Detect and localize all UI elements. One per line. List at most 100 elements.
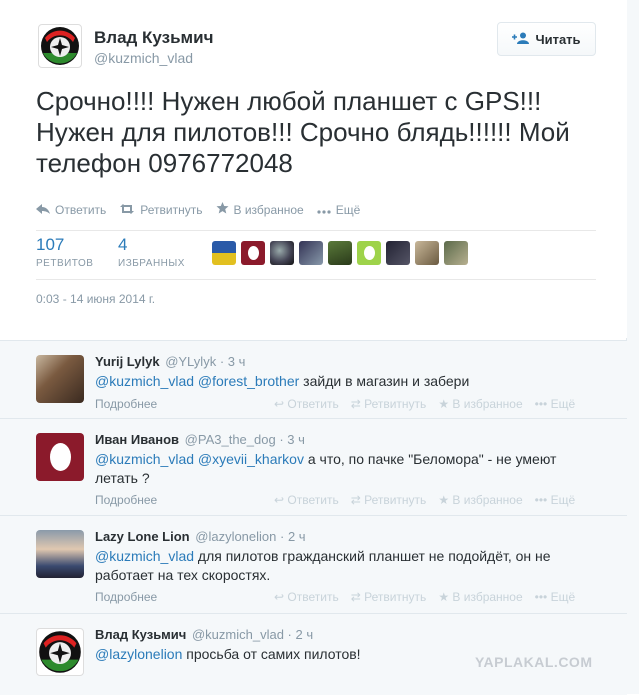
more-button[interactable]: ••• Ещё xyxy=(535,590,576,604)
retweets-stat[interactable]: 107 РЕТВИТОВ xyxy=(36,235,93,269)
avatar[interactable] xyxy=(36,355,84,403)
reply-tweet: Lazy Lone Lion @lazylonelion · 2 ч @kuzm… xyxy=(0,515,627,613)
details-link[interactable]: Подробнее xyxy=(95,493,157,507)
reply-message: просьба от самих пилотов! xyxy=(182,646,361,662)
favorite-button[interactable]: В избранное xyxy=(216,202,304,217)
retweet-button[interactable]: ⇄ Ретвитнуть xyxy=(351,397,427,411)
more-button[interactable]: Ещё xyxy=(317,202,361,217)
star-icon: ★ xyxy=(438,590,450,604)
retweets-count: 107 xyxy=(36,235,65,254)
favorite-label: В избранное xyxy=(452,590,523,604)
scrollbar-track[interactable] xyxy=(626,0,639,694)
more-dots-icon xyxy=(317,203,331,217)
favorite-label: В избранное xyxy=(452,397,523,411)
star-icon xyxy=(216,202,229,217)
favorites-stat[interactable]: 4 ИЗБРАННЫХ xyxy=(118,235,185,269)
favorite-button[interactable]: ★ В избранное xyxy=(438,493,522,507)
tweet-timestamp[interactable]: 0:03 - 14 июня 2014 г. xyxy=(36,292,155,306)
more-dots-icon: ••• xyxy=(534,493,548,507)
tweet-actions: Ответить Ретвитнуть В избранное Ещё xyxy=(36,202,360,217)
reply-icon: ↩ xyxy=(274,397,285,411)
retweet-button[interactable]: ⇄ Ретвитнуть xyxy=(351,590,427,604)
more-dots-icon: ••• xyxy=(534,590,548,604)
reply-author-handle[interactable]: @lazylonelion xyxy=(195,529,276,544)
more-label: Ещё xyxy=(550,493,576,507)
favorite-button[interactable]: ★ В избранное xyxy=(438,397,522,411)
reply-time[interactable]: · 3 ч xyxy=(279,432,305,447)
avatar[interactable] xyxy=(36,530,84,578)
reply-actions: ↩ Ответить ⇄ Ретвитнуть ★ В избранное ••… xyxy=(274,493,575,507)
retweet-label: Ретвитнуть xyxy=(364,493,427,507)
retweet-label: Ретвитнуть xyxy=(364,590,427,604)
reply-author-name[interactable]: Иван Иванов xyxy=(95,432,179,447)
more-label: Ещё xyxy=(335,202,361,217)
reply-mentions[interactable]: @kuzmich_vlad xyxy=(95,548,194,564)
retweet-label: Ретвитнуть xyxy=(140,202,203,217)
more-dots-icon: ••• xyxy=(534,397,548,411)
reply-actions: ↩ Ответить ⇄ Ретвитнуть ★ В избранное ••… xyxy=(274,397,575,411)
avatar[interactable] xyxy=(357,241,381,265)
avatar[interactable] xyxy=(299,241,323,265)
reply-author-name[interactable]: Влад Кузьмич xyxy=(95,627,186,642)
reply-header: Lazy Lone Lion @lazylonelion · 2 ч xyxy=(95,529,306,544)
author-name[interactable]: Влад Кузьмич xyxy=(94,28,213,48)
star-icon: ★ xyxy=(438,493,450,507)
reply-time[interactable]: · 3 ч xyxy=(220,354,246,369)
avatar[interactable] xyxy=(415,241,439,265)
avatar[interactable] xyxy=(241,241,265,265)
avatar[interactable] xyxy=(38,24,82,68)
tweet-stats: 107 РЕТВИТОВ 4 ИЗБРАННЫХ xyxy=(36,230,596,280)
retweet-button[interactable]: Ретвитнуть xyxy=(119,202,203,217)
reply-button[interactable]: ↩ Ответить xyxy=(274,397,339,411)
favorites-count: 4 xyxy=(118,235,128,254)
more-label: Ещё xyxy=(550,397,576,411)
reply-text: @kuzmich_vlad @xyevii_kharkov а что, по … xyxy=(95,450,575,488)
favorite-button[interactable]: ★ В избранное xyxy=(438,590,522,604)
reply-author-handle[interactable]: @kuzmich_vlad xyxy=(192,627,284,642)
avatar[interactable] xyxy=(328,241,352,265)
favorite-label: В избранное xyxy=(233,202,304,217)
follow-user-icon xyxy=(512,32,530,47)
follow-label: Читать xyxy=(535,31,581,47)
more-button[interactable]: ••• Ещё xyxy=(535,397,576,411)
avatar[interactable] xyxy=(36,433,84,481)
favorite-label: В избранное xyxy=(452,493,523,507)
reply-button[interactable]: ↩ Ответить xyxy=(274,590,339,604)
reply-label: Ответить xyxy=(55,202,107,217)
avatar[interactable] xyxy=(386,241,410,265)
reply-header: Иван Иванов @PA3_the_dog · 3 ч xyxy=(95,432,305,447)
reply-mentions[interactable]: @kuzmich_vlad @xyevii_kharkov xyxy=(95,451,304,467)
retweet-button[interactable]: ⇄ Ретвитнуть xyxy=(351,493,427,507)
reply-tweet: Yurij Lylyk @YLylyk · 3 ч @kuzmich_vlad … xyxy=(0,340,627,418)
reply-time[interactable]: · 2 ч xyxy=(288,627,314,642)
reply-button[interactable]: ↩ Ответить xyxy=(274,493,339,507)
reply-author-name[interactable]: Yurij Lylyk xyxy=(95,354,160,369)
star-icon: ★ xyxy=(438,397,450,411)
retweet-icon: ⇄ xyxy=(350,397,361,411)
author-handle[interactable]: @kuzmich_vlad xyxy=(94,50,193,66)
retweet-icon xyxy=(119,203,135,217)
avatar[interactable] xyxy=(212,241,236,265)
favorites-label: ИЗБРАННЫХ xyxy=(118,258,185,269)
retweet-label: Ретвитнуть xyxy=(364,397,427,411)
more-button[interactable]: ••• Ещё xyxy=(535,493,576,507)
avatar[interactable] xyxy=(36,628,84,676)
reply-mentions[interactable]: @kuzmich_vlad @forest_brother xyxy=(95,373,299,389)
reply-mentions[interactable]: @lazylonelion xyxy=(95,646,182,662)
details-link[interactable]: Подробнее xyxy=(95,397,157,411)
retweet-icon: ⇄ xyxy=(350,493,361,507)
details-link[interactable]: Подробнее xyxy=(95,590,157,604)
reply-author-handle[interactable]: @YLylyk xyxy=(165,354,216,369)
reply-actions: ↩ Ответить ⇄ Ретвитнуть ★ В избранное ••… xyxy=(274,590,575,604)
watermark: YAPLAKAL.COM xyxy=(475,654,593,670)
retweeter-avatars xyxy=(212,241,468,265)
avatar[interactable] xyxy=(270,241,294,265)
retweet-icon: ⇄ xyxy=(350,590,361,604)
reply-author-handle[interactable]: @PA3_the_dog xyxy=(185,432,276,447)
avatar[interactable] xyxy=(444,241,468,265)
follow-button[interactable]: Читать xyxy=(497,22,596,56)
reply-author-name[interactable]: Lazy Lone Lion xyxy=(95,529,190,544)
reply-button[interactable]: Ответить xyxy=(36,202,106,217)
reply-label: Ответить xyxy=(287,590,339,604)
reply-time[interactable]: · 2 ч xyxy=(280,529,306,544)
